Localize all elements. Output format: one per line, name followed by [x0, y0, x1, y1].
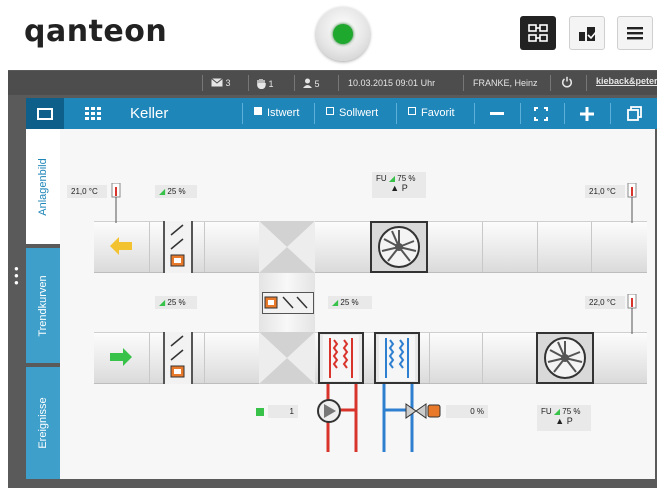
exhaust-fan-status[interactable]: FU ◢ 75 % ▲ P [372, 172, 426, 198]
brand-logo: kieback&peter [596, 76, 657, 86]
supply-fan-status[interactable]: FU ◢ 75 % ▲ P [537, 405, 591, 431]
temp-sensor-top-left-icon [111, 183, 121, 223]
favorit-label: Favorit [421, 107, 455, 119]
heating-coil[interactable] [318, 332, 364, 384]
fu-bottom-value: 75 % [562, 407, 581, 416]
tab-anlagenbild[interactable]: Anlagenbild [26, 129, 60, 244]
temp-top-left-value[interactable]: 21,0 °C [67, 185, 107, 198]
damper-bottom-label: 25 % [167, 298, 186, 307]
status-bar: 3 1 5 10.03.2015 09:01 Uhr FRANKE, Heinz… [8, 71, 657, 95]
temp-top-right-value[interactable]: 21,0 °C [585, 185, 625, 198]
fu-top-mode: ▲ P [390, 183, 408, 193]
menu-icon [627, 27, 643, 40]
users-indicator[interactable]: 5 [303, 78, 320, 89]
cooling-valve-icon[interactable] [404, 400, 444, 422]
exhaust-fan[interactable] [370, 221, 428, 273]
new-window-icon [626, 106, 642, 121]
checkbox-icon [326, 107, 334, 115]
istwert-label: Istwert [267, 107, 300, 119]
damper-icon [170, 224, 185, 267]
more-options-icon[interactable]: ● ● ● [14, 265, 19, 287]
messages-count: 3 [225, 78, 231, 88]
checkbox-icon [408, 107, 416, 115]
view-toolbar: Keller Istwert Sollwert Favorit [26, 98, 657, 129]
tab-ereignisse-label: Ereignisse [37, 397, 49, 449]
status-ok-indicator [333, 24, 353, 44]
sollwert-toggle[interactable]: Sollwert [326, 107, 378, 119]
tab-ereignisse[interactable]: Ereignisse [26, 367, 60, 479]
building-view-button[interactable] [569, 16, 605, 50]
menu-button[interactable] [617, 16, 653, 50]
exhaust-arrow-icon [110, 237, 132, 255]
fu-top-value: 75 % [397, 174, 416, 183]
messages-indicator[interactable]: 3 [211, 78, 231, 88]
building-icon [579, 27, 597, 41]
bypass-damper[interactable] [262, 292, 314, 314]
tab-trendkurven-label: Trendkurven [37, 274, 49, 337]
envelope-icon [211, 78, 223, 87]
damper-bottom-value[interactable]: ◢ 25 % [155, 296, 197, 309]
hands-count: 1 [268, 79, 274, 89]
pump-running-indicator [256, 408, 264, 416]
plus-icon [580, 106, 594, 121]
fu-bottom-label: FU [541, 407, 552, 416]
new-window-button[interactable] [618, 98, 650, 129]
checkbox-checked-icon [254, 107, 262, 115]
users-count: 5 [314, 79, 320, 89]
heat-recovery-bottom [259, 332, 315, 384]
fit-view-button[interactable] [526, 98, 556, 129]
datetime: 10.03.2015 09:01 Uhr [348, 78, 436, 88]
temp-bottom-right-value[interactable]: 22,0 °C [585, 296, 625, 309]
hand-icon [257, 79, 266, 90]
cooling-coil[interactable] [374, 332, 420, 384]
pump-icon[interactable] [316, 398, 342, 424]
system-status-button[interactable] [316, 7, 370, 61]
zoom-in-button[interactable] [572, 98, 602, 129]
app-logo: qanteon [24, 14, 168, 49]
fu-bottom-mode: ▲ P [555, 416, 573, 426]
heat-recovery-top [259, 221, 315, 273]
logout-button[interactable] [561, 76, 573, 90]
single-view-button[interactable] [26, 98, 64, 129]
hands-indicator[interactable]: 1 [257, 78, 274, 90]
damper-icon [170, 335, 185, 378]
grid-view-button[interactable] [74, 98, 112, 129]
power-icon [562, 76, 572, 88]
fit-screen-icon [534, 106, 548, 121]
bypass-damper-label: 25 % [340, 298, 359, 307]
sollwert-label: Sollwert [339, 107, 379, 119]
damper-top-label: 25 % [167, 187, 186, 196]
temp-sensor-bottom-right-icon [627, 294, 637, 334]
pump-value[interactable]: 1 [268, 405, 298, 418]
supply-fan[interactable] [536, 332, 594, 384]
favorit-toggle[interactable]: Favorit [408, 107, 455, 119]
supply-damper[interactable] [163, 332, 193, 384]
exhaust-damper[interactable] [163, 221, 193, 273]
tab-anlagenbild-label: Anlagenbild [37, 157, 49, 216]
page-title: Keller [130, 105, 169, 122]
window-icon [37, 107, 53, 120]
tab-trendkurven[interactable]: Trendkurven [26, 248, 60, 363]
schematic-icon [528, 24, 548, 42]
damper-top-value[interactable]: ◢ 25 % [155, 185, 197, 198]
supply-arrow-icon [110, 348, 132, 366]
bypass-damper-value[interactable]: ◢ 25 % [328, 296, 372, 309]
fu-top-label: FU [376, 174, 387, 183]
temp-sensor-top-right-icon [627, 183, 637, 223]
schematic-view-button[interactable] [520, 16, 556, 50]
zoom-out-button[interactable] [482, 98, 512, 129]
minus-icon [490, 111, 504, 115]
current-user[interactable]: FRANKE, Heinz [473, 78, 538, 88]
istwert-toggle[interactable]: Istwert [254, 107, 299, 119]
user-icon [303, 78, 312, 88]
valve-value[interactable]: 0 % [446, 405, 488, 418]
grid-icon [85, 106, 101, 120]
